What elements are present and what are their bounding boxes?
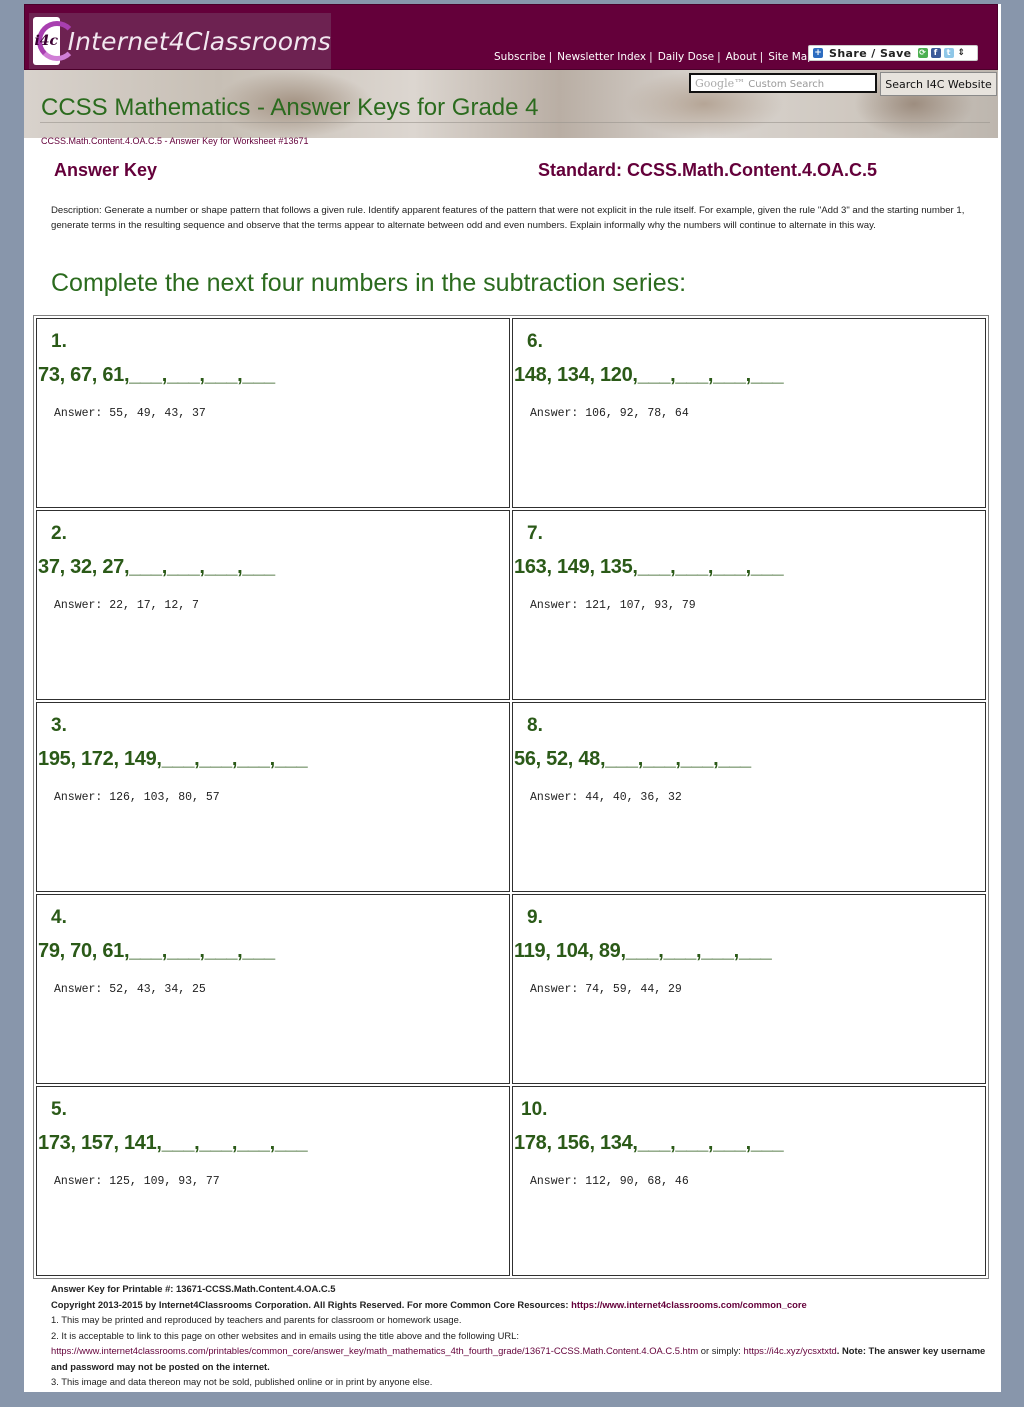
problem-number: 8. [527,715,543,736]
problem-cell: 8. 56, 52, 48,___,___,___,___ Answer: 44… [512,702,986,892]
problem-cell: 7. 163, 149, 135,___,___,___,___ Answer:… [512,510,986,700]
problem-number: 2. [51,523,67,544]
worksheet-url-link[interactable]: https://www.internet4classrooms.com/prin… [51,1345,698,1356]
share-icon: ⟳ [917,48,928,58]
usage-note-3: 3. This image and data thereon may not b… [51,1376,433,1387]
nav-subscribe[interactable]: Subscribe [494,51,546,63]
problem-number: 4. [51,907,67,928]
page: i4c Internet4Classrooms Subscribe | Newsl… [24,4,1001,1392]
problem-series: 163, 149, 135,___,___,___,___ [514,556,784,578]
description: Description: Generate a number or shape … [51,205,965,231]
nav-site-map[interactable]: Site Map [768,51,814,63]
page-title: CCSS Mathematics - Answer Keys for Grade… [41,94,539,121]
printable-id: Answer Key for Printable #: 13671-CCSS.M… [51,1283,336,1294]
footer: Answer Key for Printable #: 13671-CCSS.M… [51,1281,997,1390]
problem-series: 119, 104, 89,___,___,___,___ [514,940,772,962]
problem-series: 195, 172, 149,___,___,___,___ [38,748,308,770]
share-save-button[interactable]: + Share / Save ⟳ f t ⇕ [808,45,978,61]
problem-cell: 10. 178, 156, 134,___,___,___,___ Answer… [512,1086,986,1276]
problem-number: 9. [527,907,543,928]
problem-answer: Answer: 55, 49, 43, 37 [54,407,206,420]
problem-answer: Answer: 22, 17, 12, 7 [54,599,199,612]
problem-number: 3. [51,715,67,736]
problem-answer: Answer: 126, 103, 80, 57 [54,791,220,804]
chevron-updown-icon: ⇕ [957,48,966,58]
usage-note-1: 1. This may be printed and reproduced by… [51,1314,462,1325]
usage-note-2: 2. It is acceptable to link to this page… [51,1329,519,1341]
facebook-icon: f [930,48,941,58]
problem-series: 73, 67, 61,___,___,___,___ [38,364,275,386]
problem-grid: 1. 73, 67, 61,___,___,___,___ Answer: 55… [33,315,989,1279]
logo-text: Internet4Classrooms [67,26,331,56]
nav-newsletter-index[interactable]: Newsletter Index [557,51,646,63]
twitter-icon: t [943,48,954,58]
problem-number: 1. [51,331,67,352]
problem-series: 37, 32, 27,___,___,___,___ [38,556,275,578]
breadcrumb: CCSS.Math.Content.4.OA.C.5 - Answer Key … [41,136,309,146]
problem-cell: 9. 119, 104, 89,___,___,___,___ Answer: … [512,894,986,1084]
banner: CCSS Mathematics - Answer Keys for Grade… [24,70,998,138]
problem-cell: 4. 79, 70, 61,___,___,___,___ Answer: 52… [36,894,510,1084]
problem-cell: 6. 148, 134, 120,___,___,___,___ Answer:… [512,318,986,508]
problem-answer: Answer: 52, 43, 34, 25 [54,983,206,996]
problem-number: 7. [527,523,543,544]
problem-series: 56, 52, 48,___,___,___,___ [514,748,751,770]
problem-answer: Answer: 125, 109, 93, 77 [54,1175,220,1188]
top-nav: Subscribe | Newsletter Index | Daily Dose |… [494,51,814,63]
problem-number: 5. [51,1099,67,1120]
search-button[interactable]: Search I4C Website [880,72,997,96]
instruction-heading: Complete the next four numbers in the su… [51,269,687,297]
common-core-link[interactable]: https://www.internet4classrooms.com/comm… [571,1299,807,1310]
search-input[interactable]: Google™ Custom Search [689,73,877,93]
problem-cell: 5. 173, 157, 141,___,___,___,___ Answer:… [36,1086,510,1276]
problem-answer: Answer: 121, 107, 93, 79 [530,599,696,612]
nav-daily-dose[interactable]: Daily Dose [658,51,714,63]
site-logo[interactable]: i4c Internet4Classrooms [29,13,331,69]
plus-icon: + [813,48,823,58]
nav-about[interactable]: About [726,51,757,63]
problem-series: 178, 156, 134,___,___,___,___ [514,1132,784,1154]
copyright: Copyright 2013-2015 by Internet4Classroo… [51,1298,807,1310]
site-header: i4c Internet4Classrooms Subscribe | Newsl… [24,4,998,70]
problem-series: 148, 134, 120,___,___,___,___ [514,364,784,386]
problem-answer: Answer: 74, 59, 44, 29 [530,983,682,996]
short-url-link[interactable]: https://i4c.xyz/ycsxtxtd [744,1345,837,1356]
url-line: https://www.internet4classrooms.com/prin… [51,1345,986,1372]
problem-cell: 2. 37, 32, 27,___,___,___,___ Answer: 22… [36,510,510,700]
problem-number: 6. [527,331,543,352]
problem-answer: Answer: 106, 92, 78, 64 [530,407,689,420]
standard-heading: Standard: CCSS.Math.Content.4.OA.C.5 [538,160,878,180]
problem-series: 173, 157, 141,___,___,___,___ [38,1132,308,1154]
answer-key-heading: Answer Key [54,160,158,180]
problem-series: 79, 70, 61,___,___,___,___ [38,940,275,962]
problem-cell: 1. 73, 67, 61,___,___,___,___ Answer: 55… [36,318,510,508]
problem-number: 10. [521,1099,548,1120]
problem-answer: Answer: 112, 90, 68, 46 [530,1175,689,1188]
problem-answer: Answer: 44, 40, 36, 32 [530,791,682,804]
i4c-logo-icon: i4c [33,17,77,65]
problem-cell: 3. 195, 172, 149,___,___,___,___ Answer:… [36,702,510,892]
